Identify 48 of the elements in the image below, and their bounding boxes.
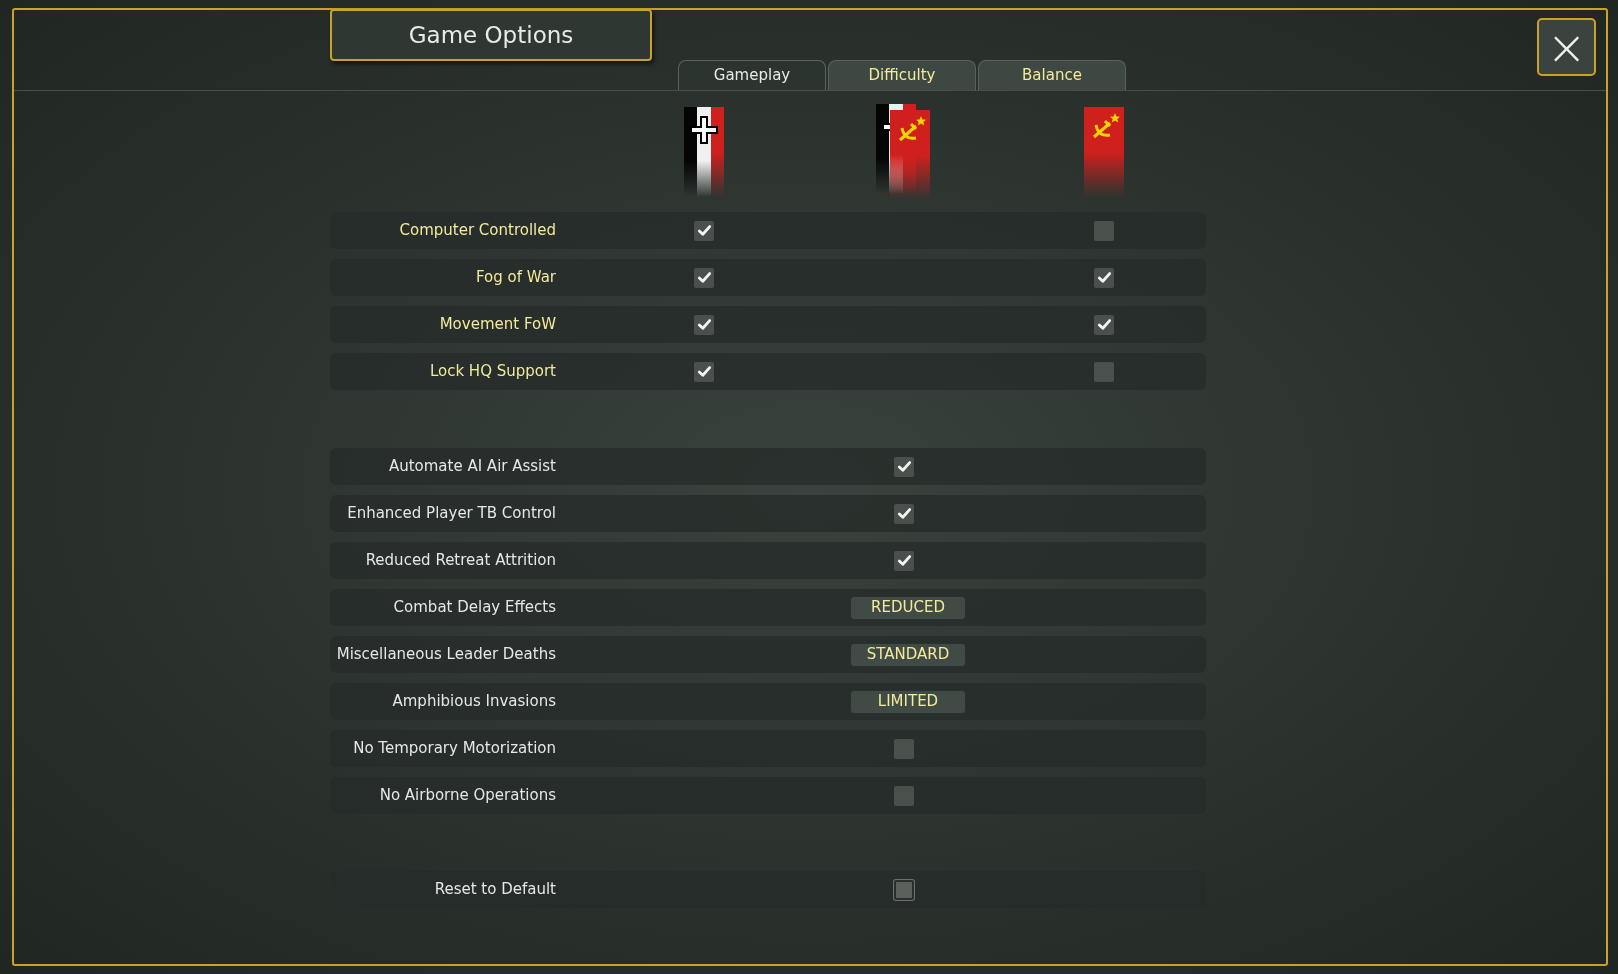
checkbox[interactable]	[694, 220, 714, 241]
check-icon	[896, 553, 912, 568]
checkbox[interactable]	[894, 456, 914, 477]
flag-icon	[684, 106, 724, 197]
option-label: Lock HQ Support	[428, 361, 556, 383]
tab[interactable]: Balance	[978, 60, 1126, 90]
option-label: Enhanced Player TB Control	[346, 503, 556, 525]
checkbox[interactable]	[894, 738, 914, 759]
check-icon	[696, 270, 712, 285]
check-icon	[696, 364, 712, 379]
window-title: Game Options	[408, 20, 574, 50]
checkbox[interactable]	[694, 267, 714, 288]
option-label: No Airborne Operations	[378, 785, 556, 807]
checkbox[interactable]	[1094, 267, 1114, 288]
option-label: Computer Controlled	[398, 220, 556, 242]
checkbox[interactable]	[694, 361, 714, 382]
check-icon	[1096, 270, 1112, 285]
option-label: Amphibious Invasions	[391, 691, 556, 713]
flag-icon	[1084, 106, 1124, 197]
checkbox[interactable]	[1094, 314, 1114, 335]
check-icon	[696, 317, 712, 332]
checkbox[interactable]	[894, 550, 914, 571]
checkbox[interactable]	[694, 314, 714, 335]
option-label: Combat Delay Effects	[392, 597, 556, 619]
tab[interactable]: Gameplay	[678, 60, 826, 90]
close-button[interactable]: ×	[1537, 18, 1596, 76]
option-label: Reset to Default	[433, 879, 556, 901]
option-label: Fog of War	[474, 267, 556, 289]
choice-button[interactable]: REDUCED	[850, 595, 966, 620]
choice-button[interactable]: STANDARD	[850, 642, 966, 667]
option-label: Miscellaneous Leader Deaths	[335, 644, 556, 666]
checkbox[interactable]	[894, 503, 914, 524]
checkbox[interactable]	[1094, 361, 1114, 382]
option-label: No Temporary Motorization	[352, 738, 556, 760]
option-label: Reduced Retreat Attrition	[364, 550, 556, 572]
checkbox[interactable]	[894, 785, 914, 806]
checkbox[interactable]	[894, 879, 914, 900]
check-icon	[1096, 317, 1112, 332]
check-icon	[896, 459, 912, 474]
close-icon: ×	[1546, 23, 1587, 71]
choice-button[interactable]: LIMITED	[850, 689, 966, 714]
check-icon	[696, 223, 712, 238]
tab[interactable]: Difficulty	[828, 60, 976, 90]
checkbox[interactable]	[1094, 220, 1114, 241]
flags-icon	[876, 103, 932, 200]
option-label: Movement FoW	[438, 314, 556, 336]
check-icon	[896, 506, 912, 521]
option-label: Automate AI Air Assist	[387, 456, 556, 478]
